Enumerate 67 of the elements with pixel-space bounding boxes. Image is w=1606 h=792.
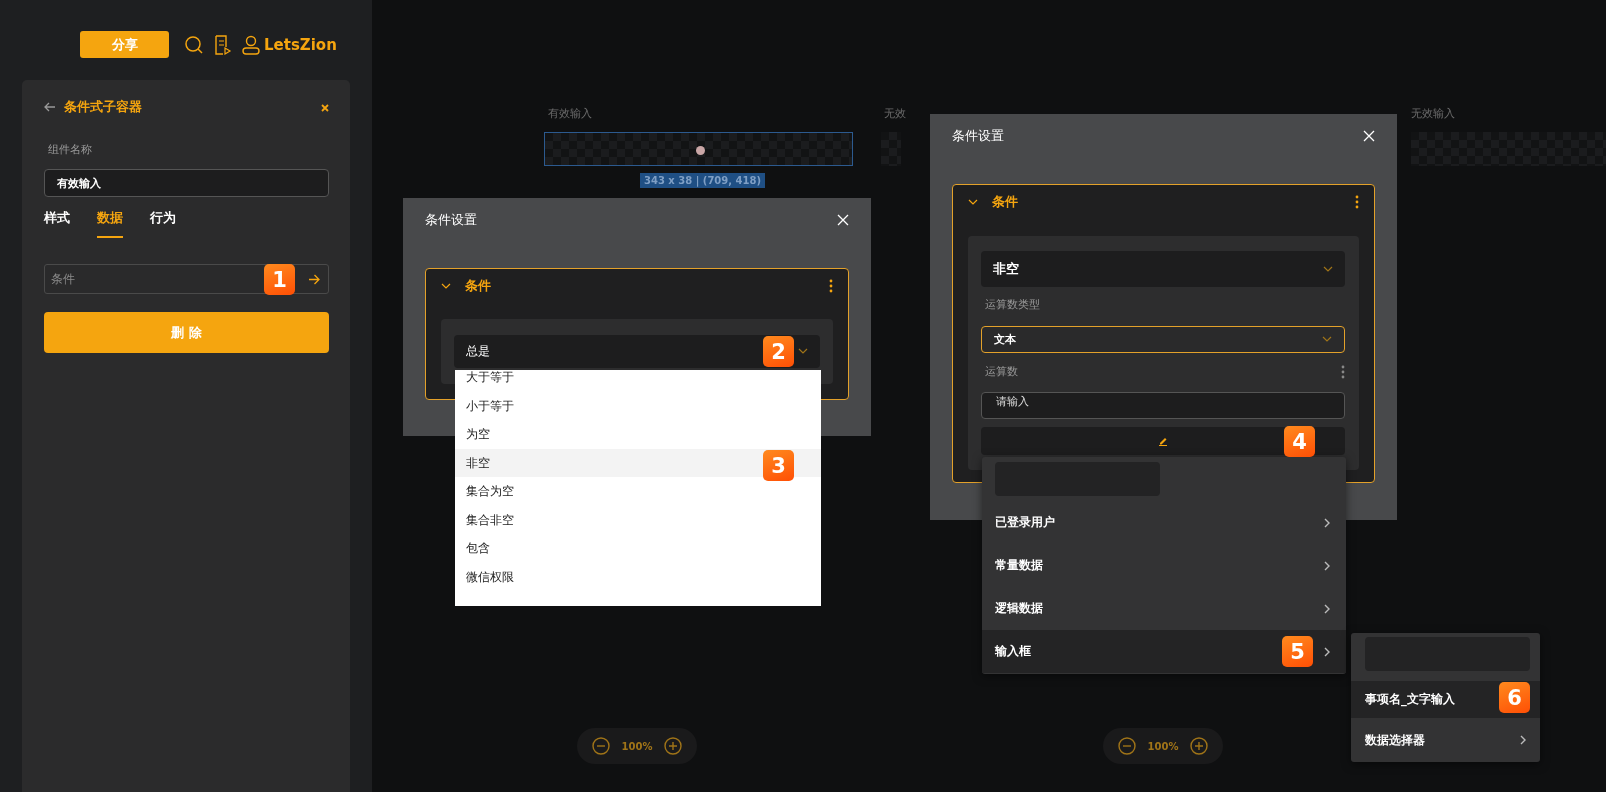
user-icon — [242, 34, 260, 55]
dialog-title: 条件设置 — [952, 127, 1005, 145]
component-label: 无效输入 — [1411, 107, 1455, 121]
zoom-level: 100% — [621, 740, 653, 752]
dropdown-option[interactable]: 包含 — [455, 534, 821, 563]
field-label: 组件名称 — [48, 143, 92, 157]
step-marker: 4 — [1284, 426, 1315, 457]
operand-field[interactable]: 请输入 — [981, 392, 1345, 419]
close-icon — [837, 214, 849, 226]
dialog-title: 条件设置 — [425, 211, 478, 229]
condition-title: 条件 — [992, 193, 1019, 211]
menu-item[interactable]: 已登录用户 — [982, 501, 1346, 544]
chevron-down-icon — [798, 348, 808, 355]
minus-icon — [1117, 737, 1136, 755]
plus-icon — [1190, 737, 1209, 755]
chevron-down-icon[interactable] — [968, 198, 978, 206]
field-label: 运算数类型 — [985, 297, 1041, 313]
search-icon[interactable] — [184, 34, 204, 55]
zoom-in-button[interactable] — [664, 737, 683, 755]
step-marker: 3 — [763, 450, 794, 481]
tab[interactable]: 数据 — [97, 209, 123, 238]
size-label: 343 x 38 | (709, 418) — [640, 173, 765, 188]
step-marker: 1 — [264, 264, 295, 295]
step-marker: 6 — [1499, 682, 1530, 713]
more-icon[interactable] — [1341, 365, 1345, 379]
close-button[interactable] — [1363, 130, 1375, 142]
pencil-icon — [1158, 436, 1168, 446]
close-icon — [1363, 130, 1375, 142]
back-arrow-icon[interactable] — [44, 102, 56, 112]
step-marker: 5 — [1282, 636, 1313, 667]
menu-item[interactable]: 数据选择器 — [1351, 718, 1540, 762]
chevron-down-icon — [1322, 336, 1332, 343]
edit-button[interactable] — [981, 427, 1345, 455]
chevron-down-icon — [1323, 265, 1333, 273]
menu-item[interactable]: 逻辑数据 — [982, 587, 1346, 630]
document-icon[interactable] — [214, 34, 232, 55]
zoom-out-button[interactable] — [591, 737, 610, 755]
operand-type-select[interactable]: 文本 — [981, 326, 1345, 353]
zoom-out-button[interactable] — [1117, 737, 1136, 755]
handle-dot[interactable] — [696, 146, 705, 155]
chevron-down-icon[interactable] — [441, 282, 451, 290]
arrow-right-icon — [308, 273, 320, 285]
step-marker: 2 — [763, 336, 794, 367]
name-field[interactable]: 有效输入 — [44, 169, 329, 197]
tab[interactable]: 样式 — [44, 209, 70, 238]
plus-icon — [664, 737, 683, 755]
dropdown-option[interactable]: 小于等于 — [455, 391, 821, 420]
dropdown-option[interactable]: 大于等于 — [455, 370, 821, 392]
more-icon[interactable] — [829, 279, 833, 293]
user-name[interactable]: LetsZion — [264, 35, 337, 54]
field-label: 运算数 — [985, 364, 1018, 380]
operator-select[interactable]: 非空 — [981, 251, 1345, 287]
component-label: 有效输入 — [548, 107, 592, 121]
more-icon[interactable] — [1355, 195, 1359, 209]
tab[interactable]: 行为 — [150, 209, 176, 238]
menu-item[interactable]: 常量数据 — [982, 544, 1346, 587]
condition-title: 条件 — [465, 277, 492, 295]
zoom-level: 100% — [1147, 740, 1179, 752]
component-label: 无效 — [884, 107, 906, 121]
close-button[interactable] — [837, 214, 849, 226]
close-icon — [321, 103, 329, 112]
zoom-in-button[interactable] — [1190, 737, 1209, 755]
dropdown-option[interactable]: 为空 — [455, 420, 821, 449]
panel-title: 条件式子容器 — [64, 98, 143, 116]
dropdown-option[interactable]: 集合非空 — [455, 505, 821, 534]
dropdown-option[interactable]: 微信权限 — [455, 562, 821, 591]
minus-icon — [591, 737, 610, 755]
